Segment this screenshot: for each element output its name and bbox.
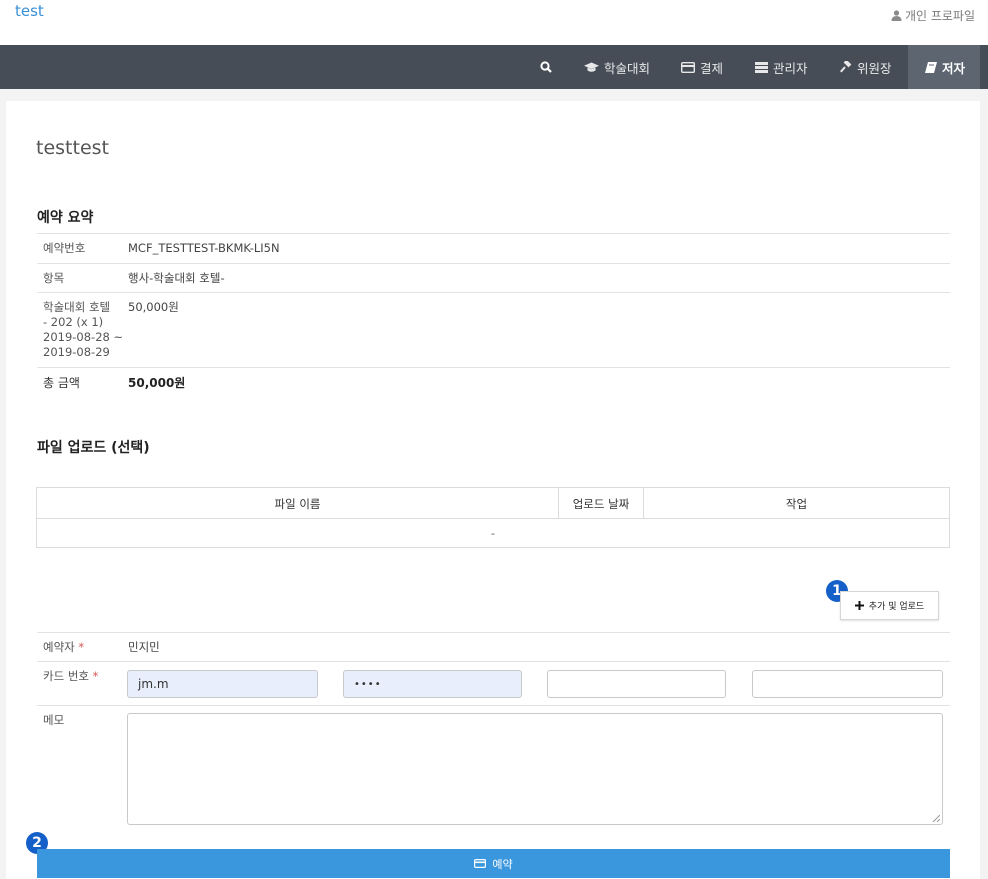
column-action: 작업 (785, 496, 808, 511)
file-table-empty-row: - (491, 527, 495, 540)
divider (37, 292, 950, 293)
booker-label: 예약자 * (43, 640, 84, 655)
summary-value-hotel: 50,000원 (128, 300, 179, 314)
card-number-field-1[interactable]: jm.m (127, 670, 318, 698)
file-upload-title: 파일 업로드 (선택) (37, 440, 150, 456)
memo-label: 메모 (43, 713, 65, 727)
server-icon (755, 61, 768, 73)
file-table-header: 파일 이름 업로드 날짜 작업 (37, 488, 949, 519)
summary-label-booking-no: 예약번호 (43, 241, 86, 255)
nav-chair[interactable]: 위원장 (840, 45, 892, 89)
divider (37, 263, 950, 264)
user-icon (891, 10, 902, 21)
nav-search[interactable] (536, 45, 556, 89)
nav-conference[interactable]: 학술대회 (584, 45, 650, 89)
reserve-button[interactable]: 예약 (37, 849, 950, 878)
main-navbar: 학술대회 결제 관리자 위원장 저자 (0, 45, 988, 89)
booker-value: 민지민 (128, 640, 160, 654)
summary-title: 예약 요약 (37, 210, 94, 226)
add-upload-button[interactable]: 추가 및 업로드 (840, 591, 939, 620)
column-upload-date: 업로드 날짜 (572, 496, 630, 511)
nav-payment[interactable]: 결제 (681, 45, 723, 89)
summary-label-total: 총 금액 (43, 376, 80, 390)
summary-value-total: 50,000원 (128, 376, 186, 390)
divider (37, 367, 950, 368)
card-number-field-3[interactable] (547, 670, 726, 698)
summary-value-item: 행사-학술대회 호텔- (128, 271, 225, 285)
divider (37, 661, 950, 662)
gavel-icon (840, 61, 852, 73)
card-number-field-4[interactable] (752, 670, 943, 698)
plus-icon (854, 601, 864, 610)
credit-card-icon (474, 859, 487, 868)
brand-link[interactable]: test (15, 2, 44, 20)
summary-label-hotel: 학술대회 호텔 - 202 (x 1) 2019-08-28 ~ 2019-08… (43, 300, 123, 360)
reserve-label: 예약 (492, 857, 513, 871)
graduation-cap-icon (584, 62, 599, 72)
required-mark: * (92, 669, 99, 683)
nav-admin[interactable]: 관리자 (755, 45, 808, 89)
nav-label: 저자 (942, 60, 966, 76)
nav-label: 관리자 (773, 60, 808, 76)
booker-label-text: 예약자 (43, 640, 75, 654)
search-icon (540, 61, 552, 73)
profile-label: 개인 프로파일 (904, 9, 975, 23)
nav-author[interactable]: 저자 (908, 45, 980, 89)
summary-label-line: 2019-08-29 (43, 345, 110, 359)
required-mark: * (78, 640, 85, 654)
card-number-field-2[interactable]: •••• (343, 670, 522, 698)
nav-label: 위원장 (857, 60, 892, 76)
top-bar: test 개인 프로파일 (0, 0, 988, 45)
add-upload-label: 추가 및 업로드 (868, 602, 925, 612)
card-number-label-text: 카드 번호 (43, 669, 89, 683)
divider (37, 705, 950, 706)
credit-card-icon (681, 61, 695, 73)
memo-textarea[interactable] (127, 713, 943, 825)
resize-handle-icon[interactable] (932, 814, 940, 822)
nav-label: 학술대회 (604, 60, 651, 76)
column-file-name: 파일 이름 (274, 496, 321, 511)
book-icon (925, 61, 937, 73)
summary-label-line: 2019-08-28 ~ (43, 330, 124, 344)
nav-label: 결제 (700, 60, 724, 76)
summary-label-line: 학술대회 호텔 (43, 300, 111, 314)
summary-label-item: 항목 (43, 271, 65, 285)
page-title: testtest (36, 137, 109, 159)
summary-label-line: - 202 (x 1) (43, 315, 104, 329)
summary-value-booking-no: MCF_TESTTEST-BKMK-LI5N (128, 241, 280, 255)
divider (37, 632, 950, 633)
card-number-label: 카드 번호 * (43, 669, 98, 684)
profile-link[interactable]: 개인 프로파일 (891, 7, 975, 24)
divider (37, 233, 950, 234)
file-table: 파일 이름 업로드 날짜 작업 - (36, 487, 950, 548)
